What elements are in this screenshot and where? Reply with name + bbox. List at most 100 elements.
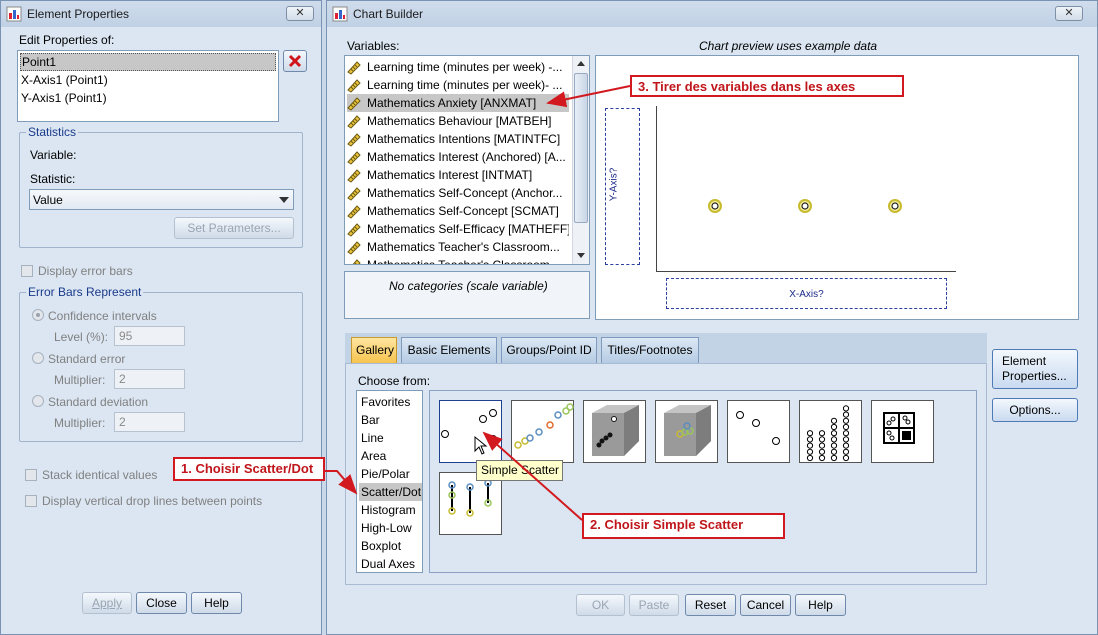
element-properties-button[interactable]: Element Properties... — [992, 349, 1078, 389]
chart-type-item[interactable]: Area — [359, 447, 422, 465]
variable-item[interactable]: Mathematics Interest (Anchored) [A... — [347, 148, 569, 166]
close-button[interactable]: Close — [136, 592, 187, 614]
confidence-label: Confidence intervals — [48, 309, 157, 323]
set-parameters-button[interactable]: Set Parameters... — [174, 217, 294, 239]
chart-type-item[interactable]: Scatter/Dot — [359, 483, 422, 501]
drop-lines-checkbox[interactable] — [25, 495, 37, 507]
3d-scatter-thumbnail[interactable] — [583, 400, 646, 463]
annotation-step-3: 3. Tirer des variables dans les axes — [630, 75, 904, 97]
scale-variable-icon — [347, 133, 361, 147]
multiplier-label-2: Multiplier: — [54, 416, 106, 430]
stack-identical-checkbox[interactable] — [25, 469, 37, 481]
tab-titles-footnotes[interactable]: Titles/Footnotes — [601, 337, 699, 363]
example-point — [708, 199, 722, 213]
list-item[interactable]: Y-Axis1 (Point1) — [20, 89, 107, 107]
statistics-group-title: Statistics — [26, 125, 79, 139]
variable-item[interactable]: Mathematics Self-Concept [SCMAT] — [347, 202, 569, 220]
reset-button[interactable]: Reset — [685, 594, 736, 616]
multiplier-label: Multiplier: — [54, 373, 106, 387]
example-point — [798, 199, 812, 213]
display-error-bars-checkbox[interactable] — [21, 265, 33, 277]
x-axis-label: X-Axis? — [789, 289, 824, 300]
chart-type-item[interactable]: Line — [359, 429, 422, 447]
help-button[interactable]: Help — [191, 592, 242, 614]
annotation-step-1: 1. Choisir Scatter/Dot — [173, 457, 325, 481]
error-bars-group-title: Error Bars Represent — [26, 285, 144, 299]
level-input[interactable]: 95 — [114, 326, 185, 346]
delete-icon[interactable] — [283, 50, 307, 72]
stack-identical-label: Stack identical values — [42, 468, 158, 482]
scroll-up-icon[interactable] — [577, 61, 585, 66]
paste-button[interactable]: Paste — [629, 594, 679, 616]
variable-item[interactable]: Mathematics Self-Concept (Anchor... — [347, 184, 569, 202]
variable-item[interactable]: Mathematics Anxiety [ANXMAT] — [347, 94, 569, 112]
grouped-scatter-thumbnail[interactable] — [511, 400, 574, 463]
scale-variable-icon — [352, 259, 361, 264]
scale-variable-icon — [347, 223, 361, 237]
variables-scrollbar[interactable] — [572, 56, 589, 264]
chart-type-item[interactable]: Boxplot — [359, 537, 422, 555]
variable-item[interactable]: Mathematics Behaviour [MATBEH] — [347, 112, 569, 130]
display-error-bars-label: Display error bars — [38, 264, 133, 278]
variable-item[interactable]: Mathematics Teacher's Classroom... — [347, 256, 569, 264]
variable-item[interactable]: Learning time (minutes per week) -... — [347, 58, 569, 76]
chart-type-item[interactable]: Favorites — [359, 393, 422, 411]
simple-scatter-thumbnail[interactable] — [439, 400, 502, 463]
variable-item[interactable]: Mathematics Intentions [MATINTFC] — [347, 130, 569, 148]
variable-item[interactable]: Mathematics Self-Efficacy [MATHEFF] — [347, 220, 569, 238]
variables-label: Variables: — [347, 39, 400, 53]
chart-type-item[interactable]: Bar — [359, 411, 422, 429]
tab-gallery[interactable]: Gallery — [351, 337, 397, 363]
scale-variable-icon — [347, 169, 361, 183]
tab-groups-point-id[interactable]: Groups/Point ID — [501, 337, 597, 363]
dot-plot-thumbnail[interactable] — [799, 400, 862, 463]
multiplier-input[interactable]: 2 — [114, 369, 185, 389]
element-properties-window: Element Properties ✕ Edit Properties of:… — [0, 0, 322, 635]
variable-item[interactable]: Learning time (minutes per week)- ... — [347, 76, 569, 94]
chart-type-list[interactable]: Favorites Bar Line Area Pie/Polar Scatter/Dot… — [356, 390, 423, 573]
scatterplot-matrix-thumbnail[interactable] — [871, 400, 934, 463]
close-icon[interactable]: ✕ — [286, 6, 314, 21]
tab-basic-elements[interactable]: Basic Elements — [401, 337, 497, 363]
variable-item[interactable]: Mathematics Teacher's Classroom... — [347, 238, 569, 256]
app-icon — [332, 6, 348, 22]
scale-variable-icon — [347, 61, 361, 75]
scale-variable-icon — [347, 205, 361, 219]
scroll-thumb[interactable] — [574, 73, 588, 223]
statistic-dropdown[interactable]: Value — [29, 189, 294, 210]
choose-from-label: Choose from: — [358, 374, 431, 388]
close-icon[interactable]: ✕ — [1055, 6, 1083, 21]
chart-type-item[interactable]: Dual Axes — [359, 555, 422, 573]
drop-lines-label: Display vertical drop lines between poin… — [42, 494, 263, 508]
edit-properties-list[interactable]: Point1 X-Axis1 (Point1) Y-Axis1 (Point1) — [17, 50, 279, 122]
example-point — [888, 199, 902, 213]
drop-line-thumbnail[interactable] — [439, 472, 502, 535]
list-item[interactable]: Point1 — [20, 53, 276, 71]
summary-point-thumbnail[interactable] — [727, 400, 790, 463]
x-axis-dropzone[interactable]: X-Axis? — [666, 278, 947, 309]
cancel-button[interactable]: Cancel — [740, 594, 791, 616]
chart-type-item[interactable]: High-Low — [359, 519, 422, 537]
variables-list[interactable]: Learning time (minutes per week) -... Lea… — [344, 55, 590, 265]
help-button[interactable]: Help — [795, 594, 846, 616]
mouse-cursor-icon — [474, 435, 488, 455]
chart-type-item[interactable]: Pie/Polar — [359, 465, 422, 483]
scale-variable-icon — [347, 79, 361, 93]
grouped-3d-scatter-thumbnail[interactable] — [655, 400, 718, 463]
variable-item[interactable]: Mathematics Interest [INTMAT] — [347, 166, 569, 184]
options-button[interactable]: Options... — [992, 398, 1078, 422]
variable-label: Variable: — [30, 148, 77, 162]
categories-box: No categories (scale variable) — [344, 271, 590, 319]
chart-builder-titlebar: Chart Builder ✕ — [327, 1, 1097, 27]
list-item[interactable]: X-Axis1 (Point1) — [20, 71, 108, 89]
scroll-down-icon[interactable] — [577, 253, 585, 258]
ok-button[interactable]: OK — [576, 594, 625, 616]
chart-type-item[interactable]: Histogram — [359, 501, 422, 519]
multiplier-input-2[interactable]: 2 — [114, 412, 185, 432]
standard-deviation-radio[interactable] — [32, 395, 44, 407]
scale-variable-icon — [347, 115, 361, 129]
apply-button[interactable]: Apply — [82, 592, 132, 614]
confidence-radio[interactable] — [32, 309, 44, 321]
standard-error-radio[interactable] — [32, 352, 44, 364]
statistic-value: Value — [33, 193, 63, 207]
